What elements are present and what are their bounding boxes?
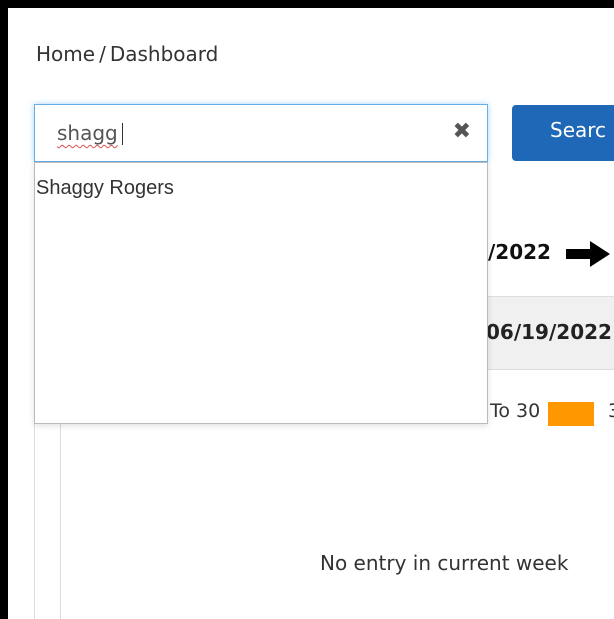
autocomplete-dropdown: Shaggy Rogers — [34, 162, 488, 424]
week-range-label: /2022 — [488, 240, 551, 264]
empty-state-message: No entry in current week — [320, 551, 569, 575]
search-input[interactable]: shagg — [57, 121, 118, 145]
table-header-date: 06/19/2022 — [486, 320, 612, 344]
app-frame: Home/Dashboard /2022 06/19/2022 To 30 3 … — [0, 0, 614, 619]
autocomplete-item[interactable]: Shaggy Rogers — [36, 177, 174, 200]
legend-swatch-orange — [548, 402, 594, 426]
search-button[interactable]: Searc — [512, 105, 614, 161]
close-icon[interactable]: ✖ — [453, 119, 471, 144]
arrow-right-icon[interactable] — [564, 238, 612, 270]
search-field[interactable]: shagg ✖ — [34, 104, 488, 162]
legend-label: To 30 — [490, 400, 541, 422]
breadcrumb-home[interactable]: Home — [36, 42, 95, 66]
text-caret — [122, 123, 123, 145]
breadcrumb: Home / Dashboard — [36, 42, 218, 66]
legend-label-next: 3 — [608, 400, 614, 422]
breadcrumb-current: Dashboard — [109, 42, 219, 66]
breadcrumb-separator: / — [99, 42, 106, 66]
search-input-value: shagg — [57, 121, 118, 145]
